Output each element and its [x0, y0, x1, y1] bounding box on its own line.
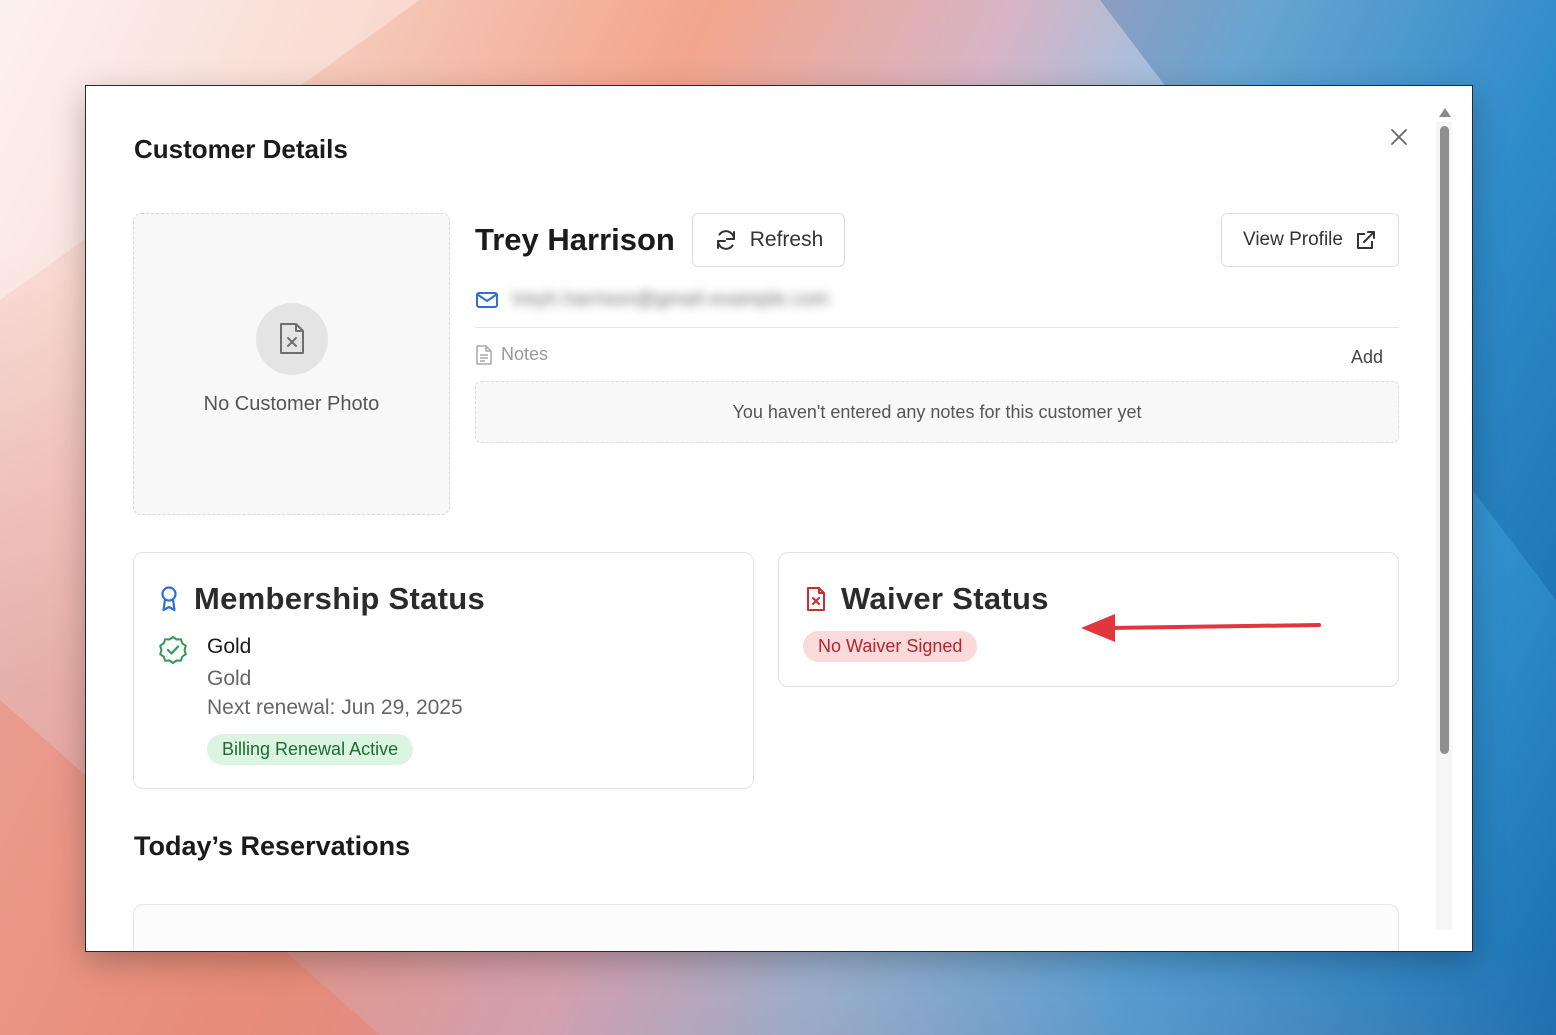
photo-icon-circle	[255, 302, 328, 375]
customer-photo-placeholder[interactable]: No Customer Photo	[133, 213, 450, 515]
customer-name: Trey Harrison	[475, 222, 675, 257]
membership-title: Membership Status	[194, 581, 486, 616]
notes-header: Notes	[475, 344, 548, 365]
customer-email[interactable]: treyh.harrison@gmail-example.com	[513, 289, 829, 311]
mail-icon	[476, 292, 498, 308]
next-renewal-date: Next renewal: Jun 29, 2025	[207, 696, 463, 719]
document-icon	[476, 344, 492, 365]
view-profile-button[interactable]: View Profile	[1221, 213, 1399, 267]
triangle-up-icon	[1439, 107, 1451, 117]
refresh-label: Refresh	[749, 228, 824, 251]
scroll-up-button[interactable]	[1438, 106, 1452, 118]
reservations-title: Today’s Reservations	[134, 831, 411, 861]
modal-title: Customer Details	[134, 134, 348, 164]
waiver-title: Waiver Status	[841, 581, 1049, 616]
scrollbar-thumb[interactable]	[1440, 126, 1449, 754]
waiver-header: Waiver Status	[805, 581, 1049, 617]
membership-header: Membership Status	[158, 581, 485, 617]
customer-details-modal: Customer Details No Customer Photo Trey …	[85, 85, 1473, 952]
membership-status-card: Membership Status Gold Gold Next renewal…	[133, 552, 754, 789]
waiver-status-badge: No Waiver Signed	[803, 631, 978, 662]
no-photo-label: No Customer Photo	[203, 392, 380, 415]
annotation-arrow-icon	[1081, 614, 1321, 642]
billing-status-badge: Billing Renewal Active	[207, 734, 414, 765]
membership-tier-name: Gold	[207, 635, 252, 658]
file-x-icon	[807, 587, 825, 611]
notes-empty-state: You haven't entered any notes for this c…	[475, 381, 1399, 443]
membership-tier-subtitle: Gold	[207, 667, 252, 690]
refresh-icon	[716, 230, 735, 250]
reservations-list	[133, 904, 1399, 951]
email-row: treyh.harrison@gmail-example.com	[475, 289, 829, 311]
refresh-button[interactable]: Refresh	[692, 213, 845, 267]
external-link-icon	[1356, 231, 1375, 249]
view-profile-label: View Profile	[1243, 229, 1343, 250]
notes-label: Notes	[501, 344, 549, 364]
tier-badge	[158, 635, 188, 670]
file-x-icon	[279, 322, 304, 354]
divider	[475, 327, 1399, 328]
close-icon	[1391, 129, 1407, 145]
badge-check-icon	[159, 636, 187, 664]
award-ribbon-icon	[161, 586, 177, 612]
add-note-button[interactable]: Add	[1351, 347, 1383, 368]
close-button[interactable]	[1386, 124, 1412, 150]
